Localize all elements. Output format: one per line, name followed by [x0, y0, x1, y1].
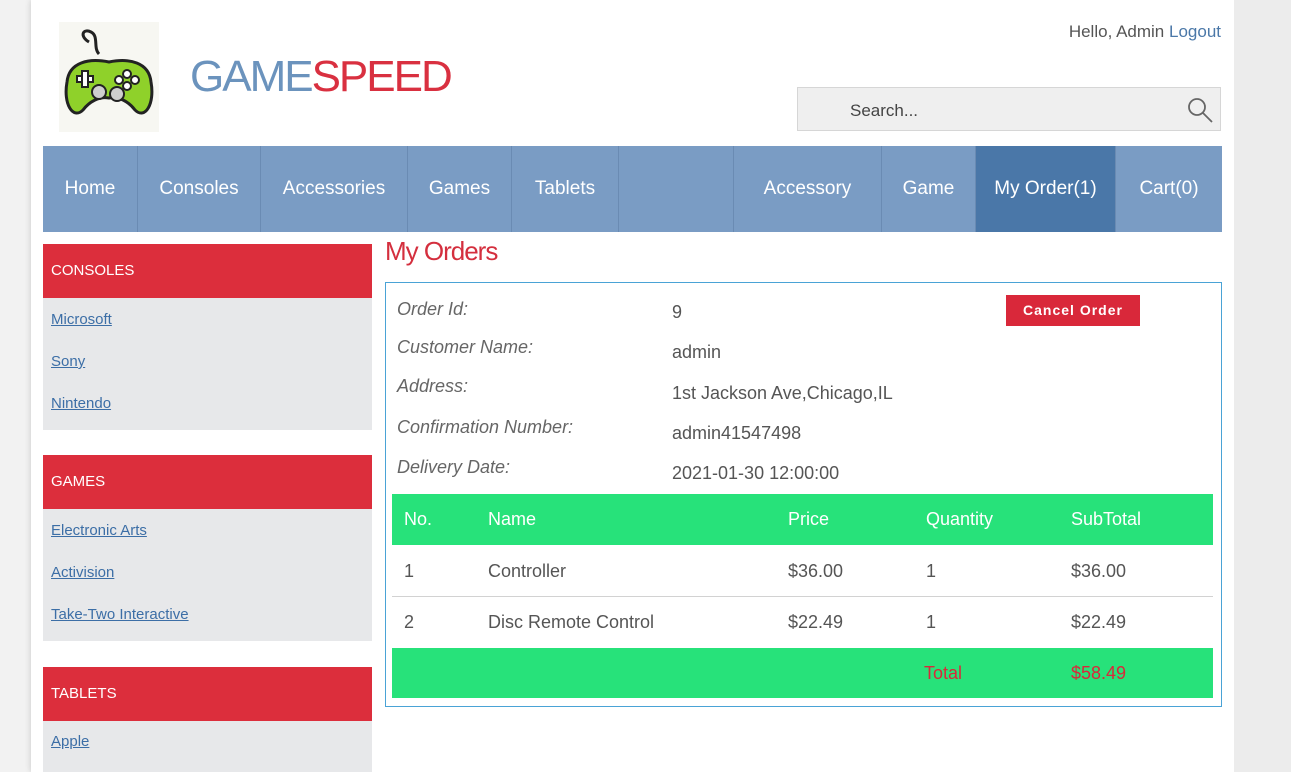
sidebar-list-tablets: Apple [43, 721, 372, 772]
cell-price: $22.49 [788, 612, 844, 632]
cell-no: 2 [404, 612, 415, 632]
order-table-header: No. Name Price Quantity SubTotal [392, 494, 1213, 545]
search-input[interactable]: Search... [797, 87, 1221, 131]
confirmation-number-value: admin41547498 [672, 423, 802, 443]
cell-name: Controller [488, 561, 567, 581]
logout-link[interactable]: Logout [1169, 22, 1221, 41]
main-nav: Home Consoles Accessories Games Tablets … [43, 146, 1222, 232]
brand-part2: SPEED [311, 52, 453, 101]
nav-accessory[interactable]: Accessory [733, 146, 882, 232]
order-id-label: Order Id: [397, 299, 469, 319]
brand-part1: GAME [190, 52, 314, 101]
sidebar-link-apple[interactable]: Apple [51, 733, 89, 750]
left-gutter [0, 0, 31, 772]
column-header-quantity: Quantity [926, 509, 994, 529]
brand-title[interactable]: GAMESPEED [190, 52, 453, 102]
cell-price: $36.00 [788, 561, 844, 581]
column-header-name: Name [488, 509, 537, 529]
total-label: Total [924, 663, 963, 683]
nav-cart[interactable]: Cart(0) [1116, 146, 1222, 232]
customer-name-value: admin [672, 342, 722, 362]
order-table-footer: Total $58.49 [392, 648, 1213, 698]
nav-tablets[interactable]: Tablets [512, 146, 619, 232]
sidebar-list-consoles: Microsoft Sony Nintendo [43, 298, 372, 430]
column-header-no: No. [404, 509, 433, 529]
sidebar-heading-consoles: CONSOLES [43, 244, 372, 298]
total-value: $58.49 [1071, 663, 1127, 683]
sidebar-heading-tablets: TABLETS [43, 667, 372, 721]
customer-name-label: Customer Name: [397, 337, 534, 357]
address-label: Address: [397, 376, 469, 396]
search-icon[interactable] [1186, 96, 1214, 124]
nav-consoles[interactable]: Consoles [138, 146, 261, 232]
page-title: My Orders [385, 236, 498, 266]
cell-subtotal: $36.00 [1071, 561, 1127, 581]
order-id-value: 9 [672, 302, 683, 322]
sidebar-heading-games: GAMES [43, 455, 372, 509]
cell-subtotal: $22.49 [1071, 612, 1127, 632]
nav-my-order[interactable]: My Order(1) [976, 146, 1116, 232]
gamepad-logo[interactable] [59, 22, 159, 132]
sidebar-link-microsoft[interactable]: Microsoft [51, 311, 112, 328]
sidebar-link-take-two[interactable]: Take-Two Interactive [51, 606, 189, 623]
nav-games[interactable]: Games [408, 146, 512, 232]
sidebar-link-electronic-arts[interactable]: Electronic Arts [51, 522, 147, 539]
cell-no: 1 [404, 561, 415, 581]
search-placeholder: Search... [850, 101, 919, 120]
sidebar-list-games: Electronic Arts Activision Take-Two Inte… [43, 509, 372, 641]
table-row: 1 Controller $36.00 1 $36.00 [392, 546, 1213, 597]
scrollbar-track[interactable] [1234, 0, 1291, 772]
column-header-subtotal: SubTotal [1071, 509, 1142, 529]
table-row: 2 Disc Remote Control $22.49 1 $22.49 [392, 597, 1213, 648]
user-greeting: Hello, Admin Logout [1069, 22, 1221, 42]
greeting-text: Hello, Admin [1068, 22, 1165, 41]
delivery-date-label: Delivery Date: [397, 457, 511, 477]
confirmation-number-label: Confirmation Number: [397, 417, 574, 437]
nav-home[interactable]: Home [43, 146, 138, 232]
cell-quantity: 1 [926, 612, 937, 632]
delivery-date-value: 2021-01-30 12:00:00 [672, 463, 840, 483]
sidebar-link-nintendo[interactable]: Nintendo [51, 395, 111, 412]
column-header-price: Price [788, 509, 830, 529]
cancel-order-button[interactable]: Cancel Order [1006, 295, 1140, 326]
address-value: 1st Jackson Ave,Chicago,IL [672, 383, 893, 403]
cell-name: Disc Remote Control [488, 612, 655, 632]
gamepad-icon [64, 29, 154, 115]
nav-accessories[interactable]: Accessories [261, 146, 408, 232]
sidebar-link-activision[interactable]: Activision [51, 564, 114, 581]
sidebar-link-sony[interactable]: Sony [51, 353, 85, 370]
cell-quantity: 1 [926, 561, 937, 581]
nav-game[interactable]: Game [882, 146, 976, 232]
